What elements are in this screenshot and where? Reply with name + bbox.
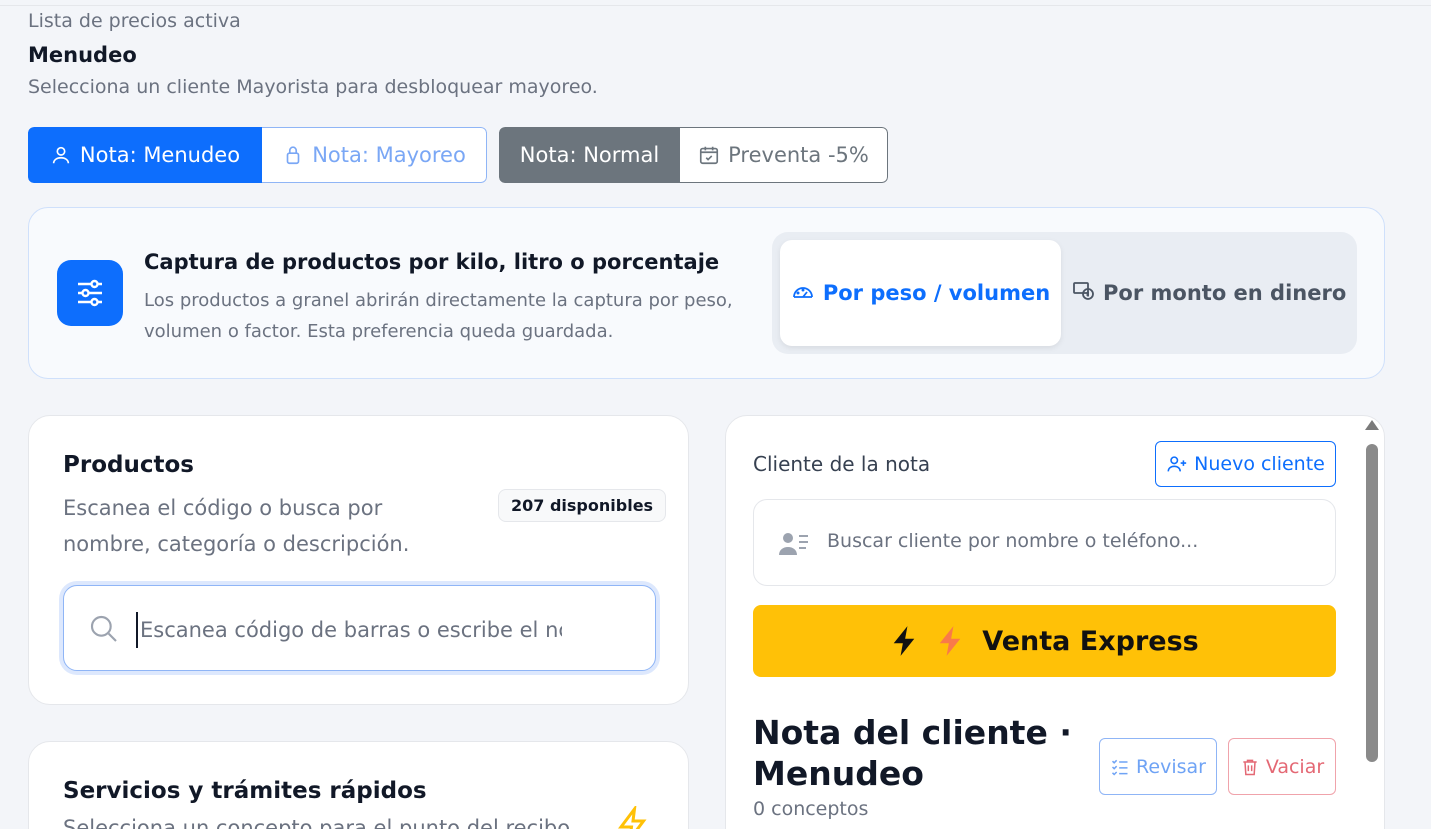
person-lines-icon bbox=[779, 533, 808, 555]
products-description: Escanea el código o busca por nombre, ca… bbox=[63, 496, 410, 556]
client-label: Cliente de la nota bbox=[753, 452, 931, 476]
by-money-wrap: Por monto en dinero bbox=[1072, 275, 1347, 311]
lightning-icon bbox=[893, 626, 915, 656]
list-check-icon bbox=[1112, 759, 1128, 776]
nota-mayoreo-button[interactable]: Nota: Mayoreo bbox=[262, 127, 487, 183]
sale-type-toggle: Nota: Normal Preventa -5% bbox=[499, 127, 888, 183]
preventa-button[interactable]: Preventa -5% bbox=[680, 127, 888, 183]
capture-mode-card: Captura de productos por kilo, litro o p… bbox=[28, 207, 1385, 379]
by-weight-option[interactable]: Por peso / volumen bbox=[780, 240, 1061, 346]
preventa-label: Preventa -5% bbox=[728, 143, 869, 167]
person-icon bbox=[52, 146, 70, 164]
express-sale-label: Venta Express bbox=[982, 625, 1199, 657]
products-card: Productos Escanea el código o busca por … bbox=[28, 415, 689, 705]
scroll-thumb[interactable] bbox=[1366, 444, 1378, 762]
search-icon bbox=[90, 615, 117, 642]
client-card: Cliente de la nota Nuevo cliente Venta E… bbox=[725, 415, 1385, 829]
express-sale-button[interactable]: Venta Express bbox=[753, 605, 1336, 677]
price-list-kicker: Lista de precios activa bbox=[28, 10, 241, 32]
nota-normal-button[interactable]: Nota: Normal bbox=[499, 127, 680, 183]
price-list-hint: Selecciona un cliente Mayorista para des… bbox=[28, 76, 598, 98]
products-title: Productos bbox=[63, 452, 194, 478]
capture-description: Los productos a granel abrirán directame… bbox=[144, 290, 733, 342]
nota-menudeo-button[interactable]: Nota: Menudeo bbox=[28, 127, 262, 183]
empty-button[interactable]: Vaciar bbox=[1228, 738, 1336, 795]
price-list-toggle: Nota: Menudeo Nota: Mayoreo bbox=[28, 127, 487, 183]
lightning-icon bbox=[618, 806, 647, 829]
calendar-check-icon bbox=[700, 146, 719, 165]
by-money-label: Por monto en dinero bbox=[1103, 281, 1347, 305]
product-search-input[interactable] bbox=[136, 612, 562, 648]
client-search-input[interactable] bbox=[827, 530, 1307, 552]
top-border bbox=[0, 0, 1431, 6]
by-money-option[interactable]: Por monto en dinero bbox=[1069, 240, 1349, 346]
new-client-label: Nuevo cliente bbox=[1194, 453, 1325, 475]
empty-label: Vaciar bbox=[1265, 755, 1325, 778]
available-badge: 207 disponibles bbox=[498, 489, 667, 522]
product-search-box bbox=[63, 585, 656, 671]
review-label: Revisar bbox=[1136, 755, 1206, 778]
services-title: Servicios y trámites rápidos bbox=[63, 778, 427, 804]
services-card: Servicios y trámites rápidos Selecciona … bbox=[28, 741, 689, 829]
capture-title: Captura de productos por kilo, litro o p… bbox=[144, 250, 720, 274]
capture-mode-toggle: Por peso / volumen Por monto en dinero bbox=[772, 232, 1357, 354]
sliders-icon bbox=[57, 260, 123, 326]
nota-title: Nota del cliente · Menudeo bbox=[753, 713, 1072, 793]
nota-normal-label: Nota: Normal bbox=[519, 143, 660, 167]
scroll-up-arrow[interactable] bbox=[1365, 420, 1379, 430]
scrollbar[interactable] bbox=[1362, 420, 1382, 829]
trash-icon bbox=[1243, 759, 1257, 775]
person-plus-icon bbox=[1167, 456, 1187, 472]
nota-count: 0 conceptos bbox=[753, 798, 869, 820]
cash-coin-icon bbox=[1072, 282, 1094, 300]
services-description: Selecciona un concepto para el punto del… bbox=[63, 816, 571, 829]
new-client-button[interactable]: Nuevo cliente bbox=[1155, 441, 1336, 487]
lightning-emoji-icon bbox=[939, 626, 961, 656]
review-button[interactable]: Revisar bbox=[1099, 738, 1217, 795]
price-list-title: Menudeo bbox=[28, 43, 137, 67]
speedometer-icon bbox=[792, 287, 813, 298]
price-list-header: Lista de precios activa Menudeo Seleccio… bbox=[28, 9, 598, 99]
nota-menudeo-label: Nota: Menudeo bbox=[79, 143, 241, 167]
by-weight-label: Por peso / volumen bbox=[822, 281, 1051, 305]
client-search-box bbox=[753, 499, 1336, 586]
nota-mayoreo-label: Nota: Mayoreo bbox=[312, 143, 466, 167]
lock-icon bbox=[286, 146, 300, 165]
